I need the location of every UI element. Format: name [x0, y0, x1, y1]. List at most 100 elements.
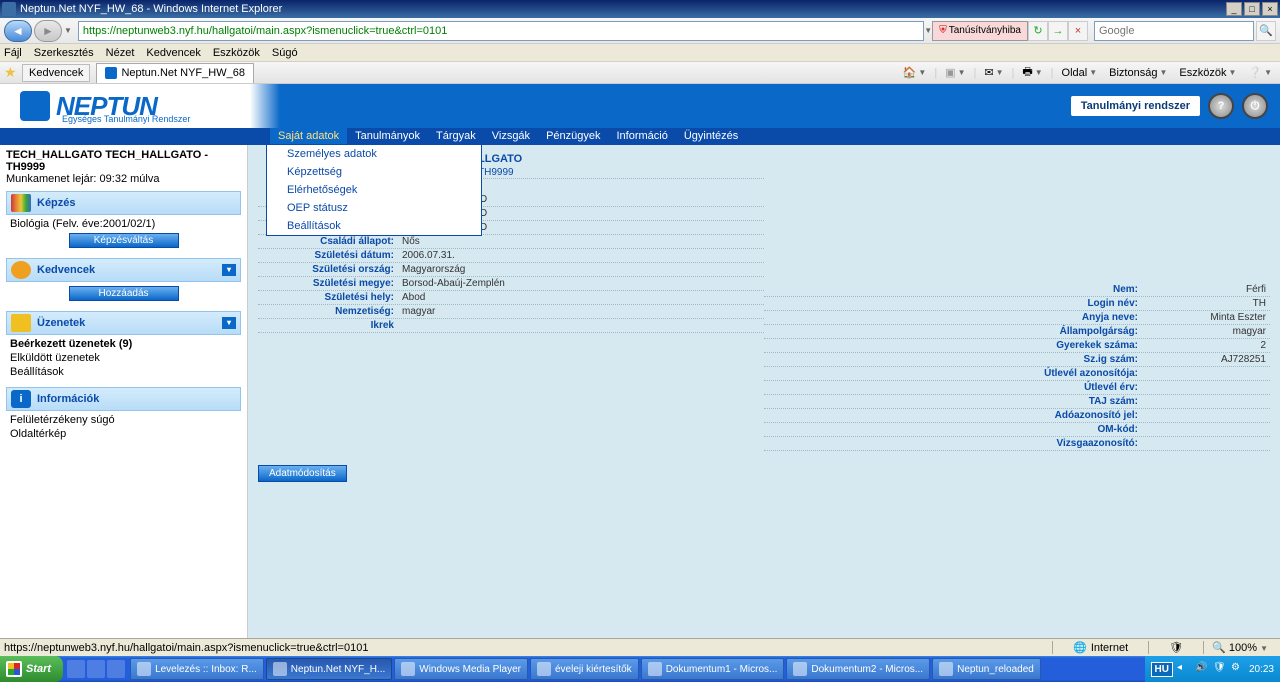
cmd-help[interactable]: ❔▼	[1244, 66, 1276, 79]
submenu-elerhetosegek[interactable]: Elérhetőségek	[267, 181, 481, 199]
rss-button[interactable]: ▣▼	[941, 66, 969, 79]
cmd-tools[interactable]: Eszközök ▼	[1175, 67, 1240, 79]
taskbar-button[interactable]: Windows Media Player	[394, 658, 528, 680]
sidebar-kepzes-head[interactable]: Képzés	[6, 191, 241, 215]
field-value: AJ728251	[1146, 353, 1266, 366]
page-title: LLGATO	[478, 151, 764, 167]
go-button[interactable]: →	[1048, 21, 1068, 41]
menu-file[interactable]: Fájl	[4, 47, 22, 59]
adatmodositas-button[interactable]: Adatmódosítás	[258, 465, 347, 482]
cmd-security[interactable]: Biztonság ▼	[1105, 67, 1171, 79]
app-icon	[648, 662, 662, 676]
submenu-oep-statusz[interactable]: OEP státusz	[267, 199, 481, 217]
data-row: Ikrek	[258, 319, 764, 333]
window-controls: _ □ ×	[1226, 2, 1278, 16]
print-button[interactable]: 🖶▼	[1018, 63, 1046, 82]
forward-button[interactable]: ►	[34, 20, 62, 42]
app-icon	[939, 662, 953, 676]
inbox-link[interactable]: Beérkezett üzenetek (9)	[10, 337, 237, 351]
field-value: 2	[1146, 339, 1266, 352]
stop-button[interactable]: ×	[1068, 21, 1088, 41]
menu-informacio[interactable]: Információ	[609, 128, 676, 145]
data-row: Születési dátum:2006.07.31.	[258, 249, 764, 263]
status-url: https://neptunweb3.nyf.hu/hallgatoi/main…	[4, 642, 1052, 654]
url-input[interactable]	[78, 21, 924, 41]
sidebar-uzenetek-head[interactable]: Üzenetek ▾	[6, 311, 241, 335]
address-bar: ▼ ⛨ Tanúsítványhiba ↻ → ×	[78, 21, 1088, 41]
quick-launch	[63, 660, 129, 678]
language-indicator[interactable]: HU	[1151, 662, 1173, 677]
taskbar-button[interactable]: Dokumentum1 - Micros...	[641, 658, 785, 680]
ql-icon[interactable]	[67, 660, 85, 678]
ql-icon[interactable]	[107, 660, 125, 678]
help-button[interactable]: ?	[1208, 93, 1234, 119]
refresh-button[interactable]: ↻	[1028, 21, 1048, 41]
taskbar-button[interactable]: éveleji kiértesítők	[530, 658, 639, 680]
start-button[interactable]: Start	[0, 656, 63, 682]
data-row: Állampolgárság:magyar	[764, 325, 1270, 339]
sidebar-kedvencek-head[interactable]: Kedvencek ▾	[6, 258, 241, 282]
search-button[interactable]: 🔍	[1256, 21, 1276, 41]
minimize-button[interactable]: _	[1226, 2, 1242, 16]
home-button[interactable]: 🏠▼	[899, 66, 931, 79]
kepzesvaltas-button[interactable]: Képzésváltás	[69, 233, 179, 248]
favorites-star-icon[interactable]: ★	[4, 64, 22, 82]
tray-icon[interactable]: 🔊	[1195, 662, 1209, 676]
collapse-icon[interactable]: ▾	[222, 264, 236, 276]
menu-help[interactable]: Súgó	[272, 47, 298, 59]
close-button[interactable]: ×	[1262, 2, 1278, 16]
tray-icon[interactable]: ◂	[1177, 662, 1191, 676]
browser-tab[interactable]: Neptun.Net NYF_HW_68	[96, 63, 254, 83]
menu-ugyintezes[interactable]: Ügyintézés	[676, 128, 746, 145]
url-dropdown-icon[interactable]: ▼	[924, 26, 932, 35]
menu-penzugyek[interactable]: Pénzügyek	[538, 128, 608, 145]
menu-favorites[interactable]: Kedvencek	[146, 47, 200, 59]
menu-tools[interactable]: Eszközök	[213, 47, 260, 59]
tray-icon[interactable]: 🛡	[1213, 662, 1227, 676]
cmd-page[interactable]: Oldal ▼	[1058, 67, 1102, 79]
menu-vizsgak[interactable]: Vizsgák	[484, 128, 538, 145]
menu-edit[interactable]: Szerkesztés	[34, 47, 94, 59]
taskbar-button[interactable]: Neptun.Net NYF_H...	[266, 658, 392, 680]
app-icon	[273, 662, 287, 676]
submenu-szemelyes-adatok[interactable]: Személyes adatok	[267, 145, 481, 163]
context-help-link[interactable]: Felületérzékeny súgó	[10, 413, 237, 427]
info-icon: i	[11, 390, 31, 408]
settings-link[interactable]: Beállítások	[10, 365, 237, 379]
menu-tanulmanyok[interactable]: Tanulmányok	[347, 128, 428, 145]
data-row: Nemzetiség:magyar	[258, 305, 764, 319]
maximize-button[interactable]: □	[1244, 2, 1260, 16]
field-value	[1146, 409, 1266, 422]
mail-button[interactable]: ✉▼	[980, 66, 1007, 79]
status-zone: 🌐 Internet	[1052, 641, 1148, 654]
submenu-kepzettseg[interactable]: Képzettség	[267, 163, 481, 181]
menu-targyak[interactable]: Tárgyak	[428, 128, 484, 145]
cert-error-button[interactable]: ⛨ Tanúsítványhiba	[932, 21, 1028, 41]
submenu-beallitasok[interactable]: Beállítások	[267, 217, 481, 235]
main-menu: Saját adatok Tanulmányok Tárgyak Vizsgák…	[0, 128, 1280, 145]
history-dropdown-icon[interactable]: ▼	[64, 26, 72, 35]
field-value: Borsod-Abaúj-Zemplén	[402, 277, 760, 290]
system-tray: HU ◂ 🔊 🛡 ⚙ 20:23	[1145, 656, 1280, 682]
taskbar-button[interactable]: Dokumentum2 - Micros...	[786, 658, 930, 680]
data-row: TAJ szám:	[764, 395, 1270, 409]
sitemap-link[interactable]: Oldaltérkép	[10, 427, 237, 441]
sidebar-info-head[interactable]: i Információk	[6, 387, 241, 411]
menu-sajat-adatok[interactable]: Saját adatok	[270, 128, 347, 145]
sent-link[interactable]: Elküldött üzenetek	[10, 351, 237, 365]
menu-view[interactable]: Nézet	[106, 47, 135, 59]
hozzaadas-button[interactable]: Hozzáadás	[69, 286, 179, 301]
clock[interactable]: 20:23	[1249, 664, 1274, 675]
field-label: Nem:	[768, 283, 1146, 296]
tray-icon[interactable]: ⚙	[1231, 662, 1245, 676]
back-button[interactable]: ◄	[4, 20, 32, 42]
favorites-button[interactable]: Kedvencek	[22, 64, 90, 82]
collapse-icon[interactable]: ▾	[222, 317, 236, 329]
chevron-down-icon: ▼	[1260, 644, 1268, 653]
logout-button[interactable]: ⏻	[1242, 93, 1268, 119]
taskbar-button[interactable]: Neptun_reloaded	[932, 658, 1041, 680]
search-input[interactable]	[1094, 21, 1254, 41]
taskbar-button[interactable]: Levelezés :: Inbox: R...	[130, 658, 264, 680]
zoom-control[interactable]: 🔍 100% ▼	[1203, 641, 1276, 654]
ql-icon[interactable]	[87, 660, 105, 678]
